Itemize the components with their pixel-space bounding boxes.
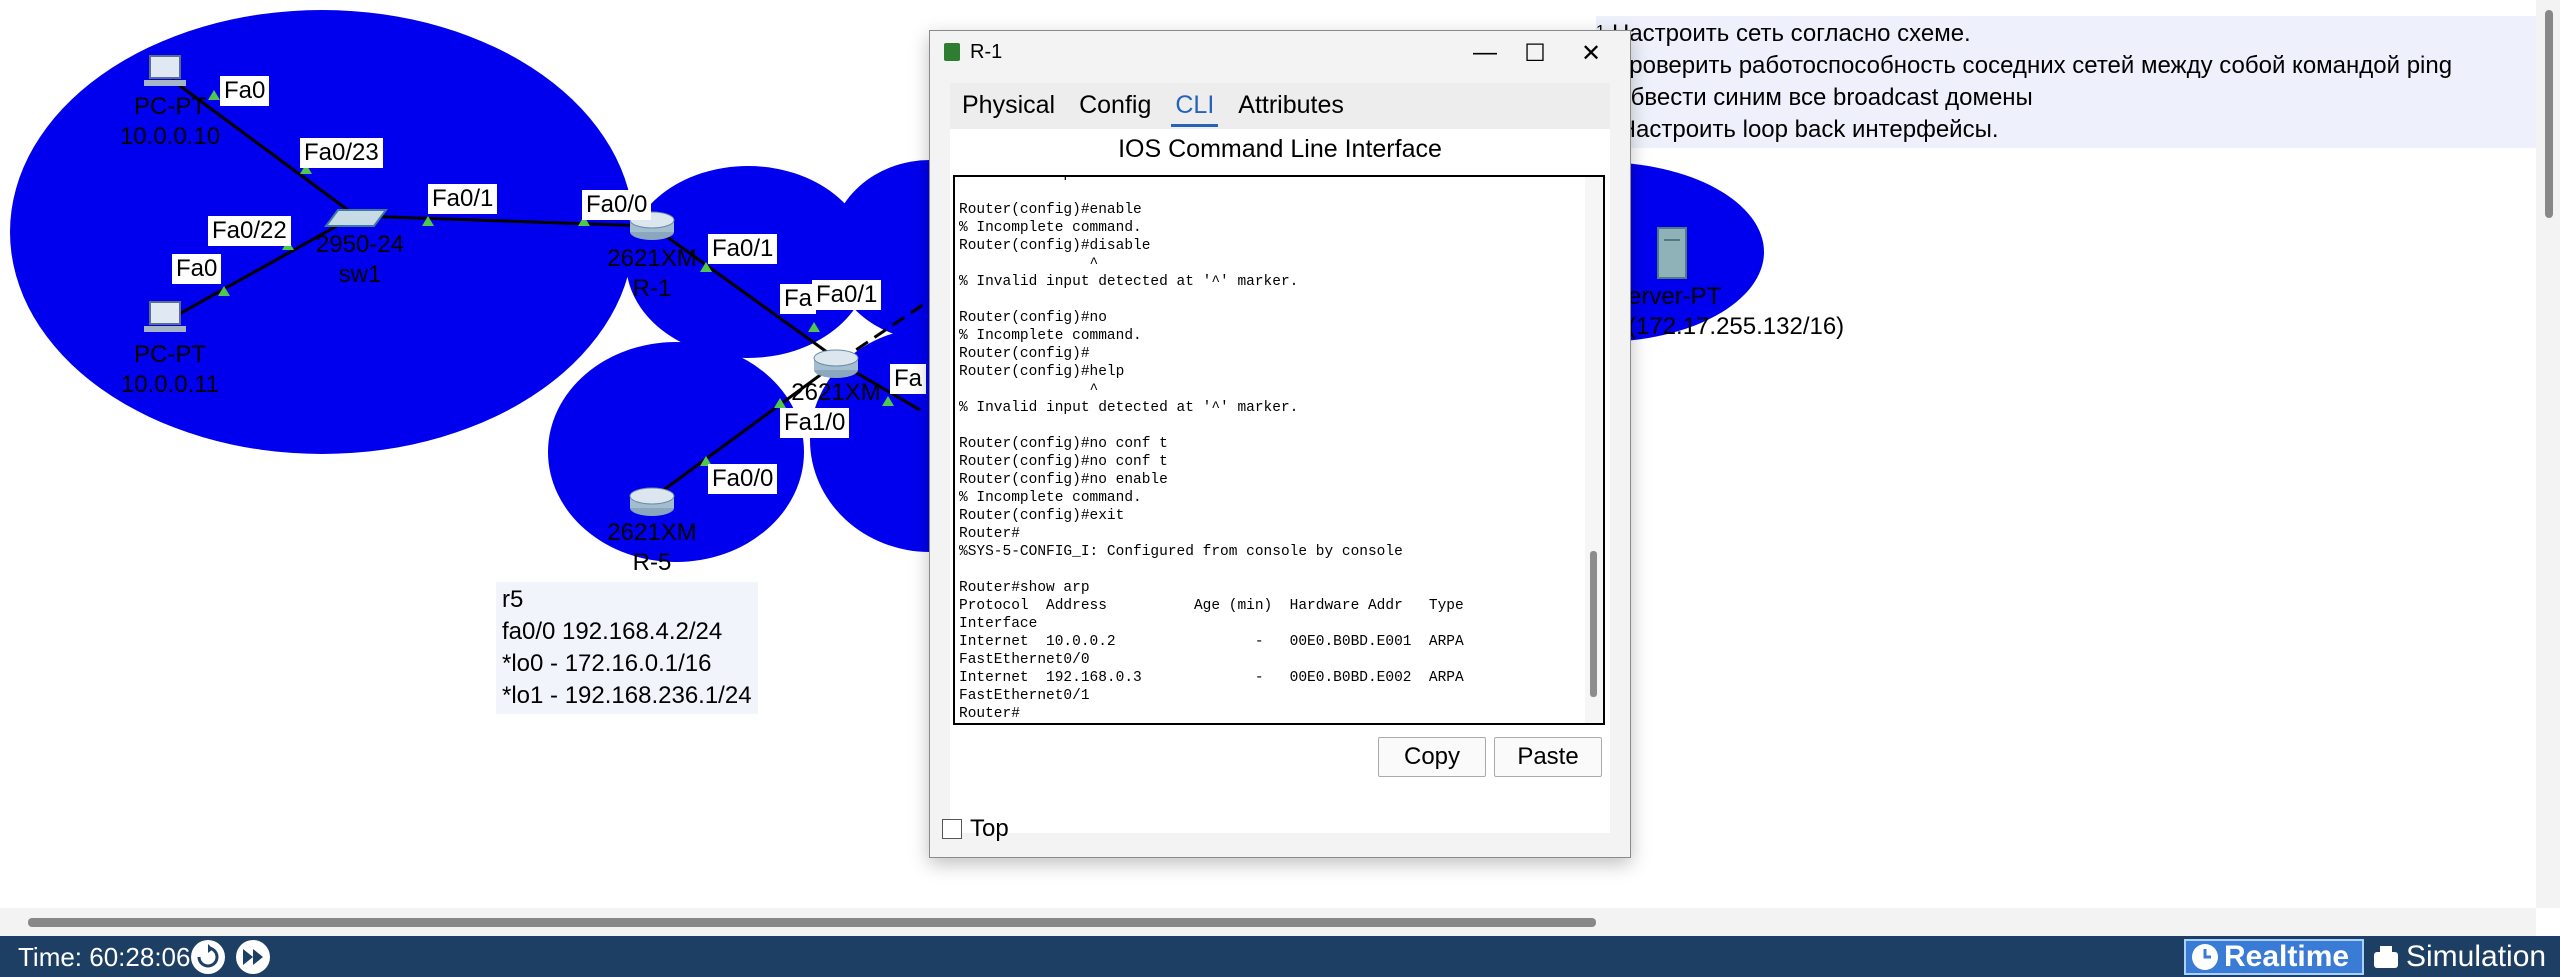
simulation-label: Simulation [2406,940,2547,973]
reset-time-button[interactable] [191,940,225,974]
port-label: Fa0/1 [812,280,882,310]
reset-icon [197,944,219,968]
tab-physical[interactable]: Physical [950,83,1067,129]
device-label-server: erver-PT (172.17.255.132/16) [1628,283,1845,340]
cli-console[interactable]: % Invalid input detected at '^' marker. … [953,175,1605,725]
tab-attributes[interactable]: Attributes [1226,83,1356,129]
device-label-r5: 2621XM R-5 [607,519,697,576]
topology-workspace[interactable]: Fa0 Fa0/23 Fa0/22 Fa0 Fa0/1 Fa0/0 Fa0/1 … [0,0,2560,936]
fast-forward-button[interactable] [236,940,270,974]
top-option[interactable]: Top [942,815,1009,843]
close-button[interactable]: ✕ [1566,35,1616,71]
task-note[interactable]: 1 Настроить сеть согласно схеме. Провери… [1596,16,2540,148]
horizontal-scrollbar[interactable] [0,908,2536,936]
tab-cli[interactable]: CLI [1163,83,1226,129]
cli-panel: IOS Command Line Interface % Invalid inp… [950,129,1610,833]
clock-icon [2192,944,2218,970]
port-label: Fa1/0 [780,408,850,438]
cli-heading: IOS Command Line Interface [1118,135,1442,163]
simulation-icon [2374,946,2398,968]
vertical-scroll-thumb[interactable] [2545,10,2553,218]
router-icon[interactable] [629,487,675,516]
task-item: Обвести синим все broadcast домены [1612,84,2033,111]
realtime-button[interactable]: Realtime [2184,939,2364,975]
device-label-pc0: PC-PT 10.0.0.10 [119,93,221,150]
maximize-button[interactable]: ☐ [1510,35,1560,71]
minimize-button[interactable]: — [1460,35,1510,71]
time-display: Time: 60:28:06 [18,942,191,972]
port-label: Fa0/23 [300,138,383,168]
packet-tracer-icon [944,43,960,61]
console-scrollbar[interactable] [1585,177,1603,723]
port-label: Fa0/1 [708,234,778,264]
switch-icon[interactable] [324,209,388,227]
top-label: Top [970,815,1009,842]
router-dialog[interactable]: R-1 — ☐ ✕ Physical Config CLI Attributes… [929,30,1631,858]
device-label-pc1: PC-PT 10.0.0.11 [120,341,220,398]
router-icon[interactable] [813,349,859,378]
dialog-titlebar[interactable]: R-1 — ☐ ✕ [930,31,1630,75]
simulation-button[interactable]: Simulation [2370,939,2560,975]
port-label: Fa0/22 [208,216,291,246]
copy-button[interactable]: Copy [1378,737,1486,777]
dialog-tabs: Physical Config CLI Attributes [950,83,1610,129]
horizontal-scroll-thumb[interactable] [28,918,1596,927]
task-item: Настроить сеть согласно схеме. [1612,20,1971,47]
server-icon[interactable] [1657,227,1687,279]
paste-button[interactable]: Paste [1494,737,1602,777]
tab-config[interactable]: Config [1067,83,1163,129]
device-label-r1: 2621XM R-1 [607,245,697,302]
vertical-scrollbar[interactable] [2536,0,2560,908]
task-item: Настроить loop back интерфейсы. [1612,116,1999,143]
console-scroll-thumb[interactable] [1590,551,1597,697]
realtime-label: Realtime [2224,940,2350,973]
top-checkbox[interactable] [942,819,962,839]
r5-note[interactable]: r5 fa0/0 192.168.4.2/24 *lo0 - 172.16.0.… [496,582,758,714]
device-label-sw1: 2950-24 sw1 [315,231,405,288]
console-output[interactable]: % Invalid input detected at '^' marker. … [955,177,1468,723]
port-label: Fa [780,284,817,314]
pc-icon[interactable] [144,301,186,332]
pc-icon[interactable] [144,55,186,86]
fast-forward-icon [243,949,263,965]
task-item: Проверить работоспособность соседних сет… [1612,52,2453,79]
device-label-rmid: 2621XM [791,379,881,406]
status-bar: Time: 60:28:06 Realtime Simulation [0,936,2560,977]
port-label: Fa0 [172,254,222,284]
port-label: Fa0/0 [708,464,778,494]
port-label: Fa0/0 [582,190,652,220]
dialog-title: R-1 [970,41,1003,63]
port-label: Fa0/1 [428,184,498,214]
